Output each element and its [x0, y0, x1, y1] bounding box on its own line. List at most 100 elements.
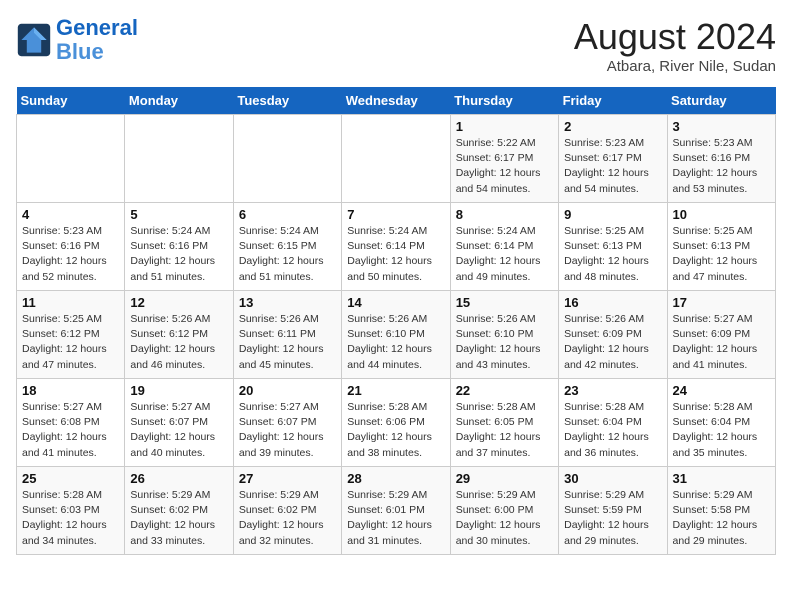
day-number: 24: [673, 383, 770, 398]
day-number: 2: [564, 119, 661, 134]
logo-text: General Blue: [56, 16, 138, 64]
day-content: Sunrise: 5:24 AM Sunset: 6:16 PM Dayligh…: [130, 224, 227, 285]
day-number: 10: [673, 207, 770, 222]
day-content: Sunrise: 5:28 AM Sunset: 6:03 PM Dayligh…: [22, 488, 119, 549]
calendar-cell: 26 Sunrise: 5:29 AM Sunset: 6:02 PM Dayli…: [125, 467, 233, 555]
day-number: 16: [564, 295, 661, 310]
day-number: 15: [456, 295, 553, 310]
day-content: Sunrise: 5:28 AM Sunset: 6:04 PM Dayligh…: [564, 400, 661, 461]
calendar-cell: 6Sunrise: 5:24 AM Sunset: 6:15 PM Daylig…: [233, 203, 341, 291]
day-content: Sunrise: 5:25 AM Sunset: 6:13 PM Dayligh…: [673, 224, 770, 285]
day-content: Sunrise: 5:25 AM Sunset: 6:12 PM Dayligh…: [22, 312, 119, 373]
day-content: Sunrise: 5:27 AM Sunset: 6:07 PM Dayligh…: [239, 400, 336, 461]
day-number: 12: [130, 295, 227, 310]
column-header-wednesday: Wednesday: [342, 87, 450, 115]
day-content: Sunrise: 5:27 AM Sunset: 6:07 PM Dayligh…: [130, 400, 227, 461]
calendar-cell: 12Sunrise: 5:26 AM Sunset: 6:12 PM Dayli…: [125, 291, 233, 379]
calendar-cell: 21Sunrise: 5:28 AM Sunset: 6:06 PM Dayli…: [342, 379, 450, 467]
day-content: Sunrise: 5:23 AM Sunset: 6:17 PM Dayligh…: [564, 136, 661, 197]
day-number: 29: [456, 471, 553, 486]
calendar-cell: 14 Sunrise: 5:26 AM Sunset: 6:10 PM Dayli…: [342, 291, 450, 379]
day-content: Sunrise: 5:28 AM Sunset: 6:06 PM Dayligh…: [347, 400, 444, 461]
day-number: 18: [22, 383, 119, 398]
calendar-cell: 18 Sunrise: 5:27 AM Sunset: 6:08 PM Dayli…: [17, 379, 125, 467]
day-content: Sunrise: 5:29 AM Sunset: 6:01 PM Dayligh…: [347, 488, 444, 549]
day-number: 3: [673, 119, 770, 134]
column-header-friday: Friday: [559, 87, 667, 115]
column-header-saturday: Saturday: [667, 87, 775, 115]
day-number: 4: [22, 207, 119, 222]
week-row-4: 18 Sunrise: 5:27 AM Sunset: 6:08 PM Dayli…: [17, 379, 776, 467]
calendar-cell: 17Sunrise: 5:27 AM Sunset: 6:09 PM Dayli…: [667, 291, 775, 379]
calendar-cell: 22 Sunrise: 5:28 AM Sunset: 6:05 PM Dayli…: [450, 379, 558, 467]
calendar-cell: 2 Sunrise: 5:23 AM Sunset: 6:17 PM Daylig…: [559, 115, 667, 203]
day-number: 19: [130, 383, 227, 398]
day-content: Sunrise: 5:29 AM Sunset: 5:59 PM Dayligh…: [564, 488, 661, 549]
day-number: 28: [347, 471, 444, 486]
calendar-cell: 10 Sunrise: 5:25 AM Sunset: 6:13 PM Dayli…: [667, 203, 775, 291]
day-content: Sunrise: 5:27 AM Sunset: 6:08 PM Dayligh…: [22, 400, 119, 461]
column-header-monday: Monday: [125, 87, 233, 115]
calendar-cell: 30Sunrise: 5:29 AM Sunset: 5:59 PM Dayli…: [559, 467, 667, 555]
calendar-cell: 9 Sunrise: 5:25 AM Sunset: 6:13 PM Daylig…: [559, 203, 667, 291]
day-content: Sunrise: 5:27 AM Sunset: 6:09 PM Dayligh…: [673, 312, 770, 373]
calendar-cell: 11Sunrise: 5:25 AM Sunset: 6:12 PM Dayli…: [17, 291, 125, 379]
calendar-cell: 13 Sunrise: 5:26 AM Sunset: 6:11 PM Dayli…: [233, 291, 341, 379]
calendar-cell: 27 Sunrise: 5:29 AM Sunset: 6:02 PM Dayli…: [233, 467, 341, 555]
calendar-cell: 1Sunrise: 5:22 AM Sunset: 6:17 PM Daylig…: [450, 115, 558, 203]
day-content: Sunrise: 5:29 AM Sunset: 6:02 PM Dayligh…: [239, 488, 336, 549]
calendar-cell: 5 Sunrise: 5:24 AM Sunset: 6:16 PM Daylig…: [125, 203, 233, 291]
day-number: 22: [456, 383, 553, 398]
logo-line1: General: [56, 15, 138, 40]
day-number: 5: [130, 207, 227, 222]
calendar-cell: 25Sunrise: 5:28 AM Sunset: 6:03 PM Dayli…: [17, 467, 125, 555]
week-row-2: 4 Sunrise: 5:23 AM Sunset: 6:16 PM Daylig…: [17, 203, 776, 291]
day-number: 23: [564, 383, 661, 398]
day-number: 26: [130, 471, 227, 486]
column-header-tuesday: Tuesday: [233, 87, 341, 115]
column-header-sunday: Sunday: [17, 87, 125, 115]
calendar-cell: 7 Sunrise: 5:24 AM Sunset: 6:14 PM Daylig…: [342, 203, 450, 291]
week-row-1: 1Sunrise: 5:22 AM Sunset: 6:17 PM Daylig…: [17, 115, 776, 203]
calendar-cell: [17, 115, 125, 203]
location: Atbara, River Nile, Sudan: [574, 58, 776, 75]
logo-line2: Blue: [56, 39, 104, 64]
calendar-cell: [125, 115, 233, 203]
column-header-thursday: Thursday: [450, 87, 558, 115]
header-row: SundayMondayTuesdayWednesdayThursdayFrid…: [17, 87, 776, 115]
day-number: 27: [239, 471, 336, 486]
calendar-cell: 24 Sunrise: 5:28 AM Sunset: 6:04 PM Dayli…: [667, 379, 775, 467]
day-number: 14: [347, 295, 444, 310]
calendar-cell: [233, 115, 341, 203]
day-content: Sunrise: 5:26 AM Sunset: 6:10 PM Dayligh…: [347, 312, 444, 373]
day-content: Sunrise: 5:22 AM Sunset: 6:17 PM Dayligh…: [456, 136, 553, 197]
day-content: Sunrise: 5:23 AM Sunset: 6:16 PM Dayligh…: [22, 224, 119, 285]
week-row-5: 25Sunrise: 5:28 AM Sunset: 6:03 PM Dayli…: [17, 467, 776, 555]
calendar-cell: 20 Sunrise: 5:27 AM Sunset: 6:07 PM Dayli…: [233, 379, 341, 467]
day-content: Sunrise: 5:29 AM Sunset: 5:58 PM Dayligh…: [673, 488, 770, 549]
day-content: Sunrise: 5:23 AM Sunset: 6:16 PM Dayligh…: [673, 136, 770, 197]
calendar-table: SundayMondayTuesdayWednesdayThursdayFrid…: [16, 87, 776, 555]
day-content: Sunrise: 5:29 AM Sunset: 6:02 PM Dayligh…: [130, 488, 227, 549]
day-content: Sunrise: 5:26 AM Sunset: 6:11 PM Dayligh…: [239, 312, 336, 373]
day-content: Sunrise: 5:28 AM Sunset: 6:04 PM Dayligh…: [673, 400, 770, 461]
day-content: Sunrise: 5:24 AM Sunset: 6:14 PM Dayligh…: [456, 224, 553, 285]
day-content: Sunrise: 5:25 AM Sunset: 6:13 PM Dayligh…: [564, 224, 661, 285]
day-number: 20: [239, 383, 336, 398]
day-content: Sunrise: 5:24 AM Sunset: 6:14 PM Dayligh…: [347, 224, 444, 285]
calendar-cell: 15 Sunrise: 5:26 AM Sunset: 6:10 PM Dayli…: [450, 291, 558, 379]
page-header: General Blue August 2024 Atbara, River N…: [16, 16, 776, 75]
day-number: 9: [564, 207, 661, 222]
day-number: 7: [347, 207, 444, 222]
day-content: Sunrise: 5:26 AM Sunset: 6:10 PM Dayligh…: [456, 312, 553, 373]
day-number: 13: [239, 295, 336, 310]
calendar-cell: 16Sunrise: 5:26 AM Sunset: 6:09 PM Dayli…: [559, 291, 667, 379]
calendar-cell: 8Sunrise: 5:24 AM Sunset: 6:14 PM Daylig…: [450, 203, 558, 291]
day-content: Sunrise: 5:28 AM Sunset: 6:05 PM Dayligh…: [456, 400, 553, 461]
week-row-3: 11Sunrise: 5:25 AM Sunset: 6:12 PM Dayli…: [17, 291, 776, 379]
calendar-cell: 29Sunrise: 5:29 AM Sunset: 6:00 PM Dayli…: [450, 467, 558, 555]
logo: General Blue: [16, 16, 138, 64]
calendar-cell: 19 Sunrise: 5:27 AM Sunset: 6:07 PM Dayli…: [125, 379, 233, 467]
day-number: 6: [239, 207, 336, 222]
month-title: August 2024: [574, 16, 776, 58]
